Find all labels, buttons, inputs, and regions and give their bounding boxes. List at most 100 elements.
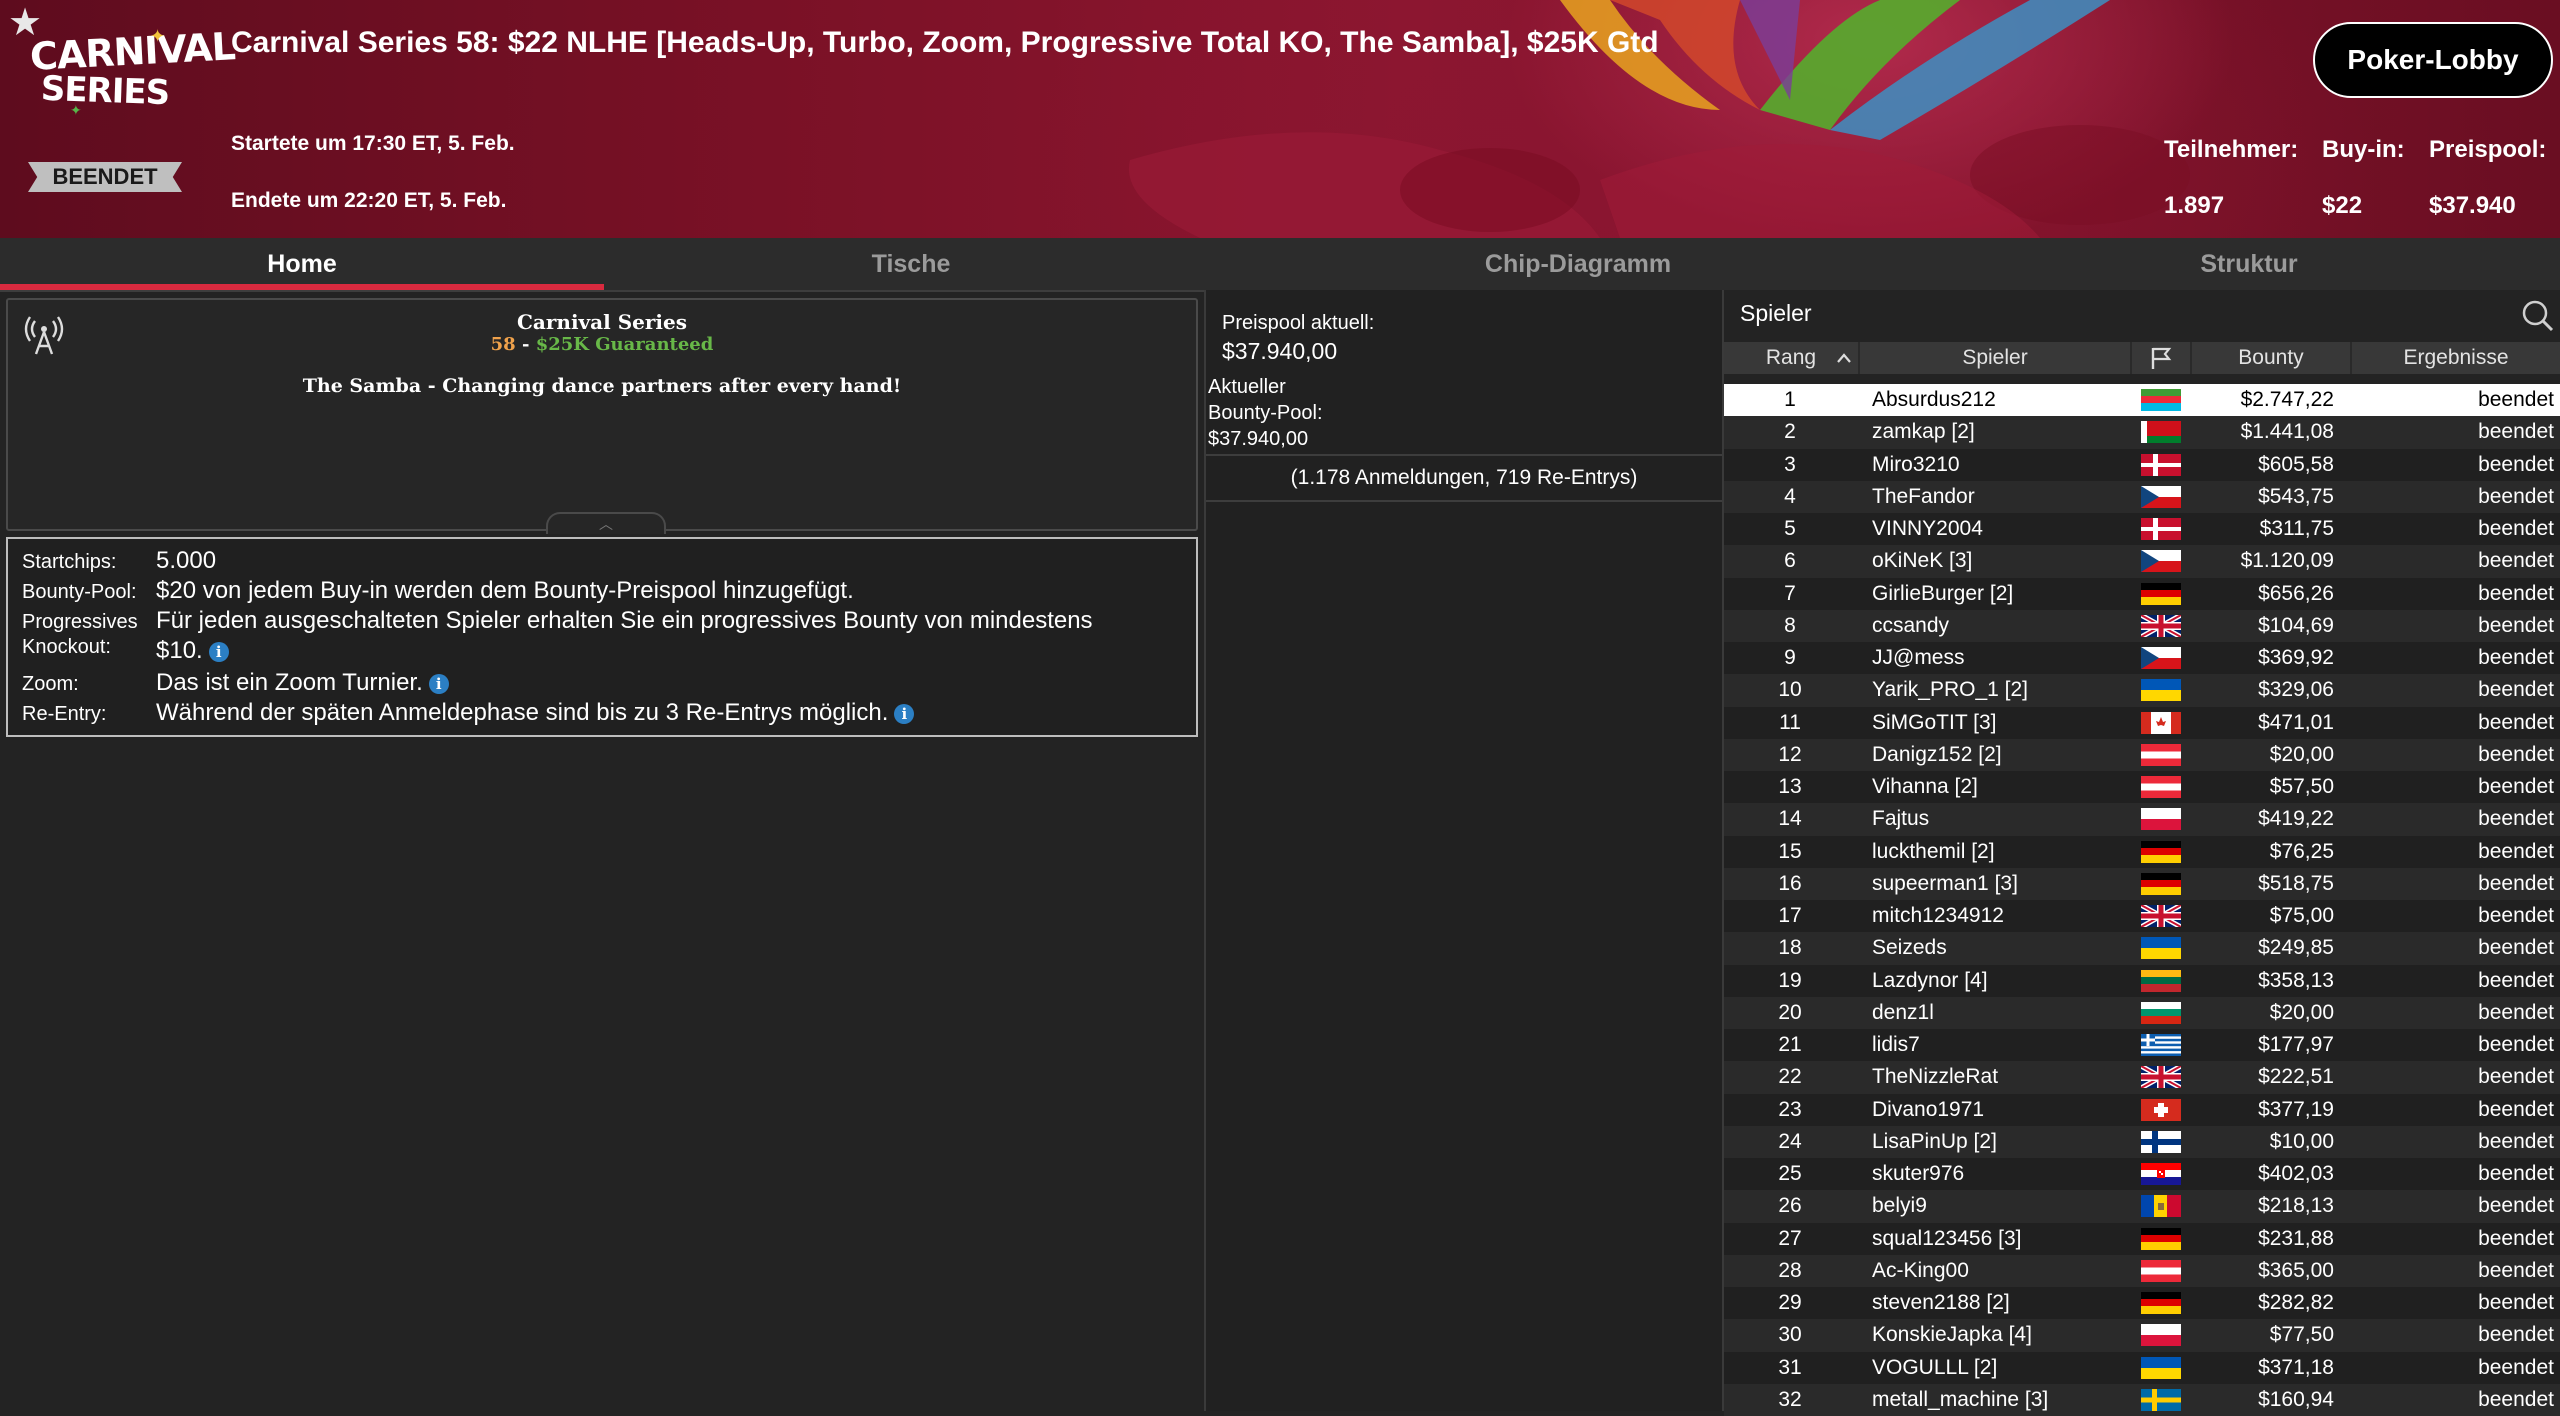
player-name: GirlieBurger [2] bbox=[1872, 581, 2014, 605]
player-row[interactable]: 11 SiMGoTIT [3] $471,01 beendet bbox=[1724, 706, 2560, 739]
player-row[interactable]: 4 TheFandor $543,75 beendet bbox=[1724, 480, 2560, 513]
column-header-bounty[interactable]: Bounty bbox=[2192, 342, 2352, 374]
player-row[interactable]: 2 zamkap [2] $1.441,08 beendet bbox=[1724, 416, 2560, 449]
player-result: beendet bbox=[2478, 871, 2554, 895]
player-rank: 25 bbox=[1778, 1162, 1802, 1185]
player-row[interactable]: 24 LisaPinUp [2] $10,00 beendet bbox=[1724, 1125, 2560, 1158]
promo-guarantee: $25K Guaranteed bbox=[535, 334, 714, 355]
player-rank: 3 bbox=[1784, 452, 1796, 476]
player-row[interactable]: 31 VOGULLL [2] $371,18 beendet bbox=[1724, 1351, 2560, 1384]
player-row[interactable]: 19 Lazdynor [4] $358,13 beendet bbox=[1724, 964, 2560, 997]
player-row[interactable]: 27 squal123456 [3] $231,88 beendet bbox=[1724, 1222, 2560, 1255]
player-row[interactable]: 26 belyi9 $218,13 beendet bbox=[1724, 1190, 2560, 1223]
status-badge: BEENDET bbox=[28, 162, 182, 192]
player-row[interactable]: 32 metall_machine [3] $160,94 beendet bbox=[1724, 1383, 2560, 1416]
collapse-promo-button[interactable]: ︿ bbox=[546, 512, 666, 534]
player-rank: 18 bbox=[1778, 936, 1802, 960]
player-row[interactable]: 7 GirlieBurger [2] $656,26 beendet bbox=[1724, 577, 2560, 610]
player-name: VINNY2004 bbox=[1872, 517, 1983, 540]
player-row[interactable]: 17 mitch1234912 $75,00 beendet bbox=[1724, 900, 2560, 933]
country-flag-icon bbox=[2141, 1356, 2181, 1379]
player-row[interactable]: 15 luckthemil [2] $76,25 beendet bbox=[1724, 835, 2560, 868]
player-result: beendet bbox=[2478, 388, 2554, 411]
player-row[interactable]: 30 KonskieJapka [4] $77,50 beendet bbox=[1724, 1319, 2560, 1352]
player-rank: 17 bbox=[1778, 904, 1802, 927]
logo-text-line2: SERIES bbox=[40, 68, 170, 114]
player-name: TheFandor bbox=[1872, 484, 1975, 508]
player-row[interactable]: 1 Absurdus212 $2.747,22 beendet bbox=[1724, 384, 2560, 417]
bounty-pool-value: $37.940,00 bbox=[1208, 428, 1309, 450]
player-bounty: $20,00 bbox=[2269, 742, 2334, 766]
player-row[interactable]: 20 denz1l $20,00 beendet bbox=[1724, 996, 2560, 1029]
prize-pool-current-value: $37.940,00 bbox=[1222, 338, 1338, 364]
country-flag-icon bbox=[2141, 905, 2181, 927]
promo-event-number: 58 bbox=[490, 334, 516, 355]
tab-home[interactable]: Home bbox=[0, 238, 604, 290]
tournament-info-panel: Startchips: 5.000 Bounty-Pool: $20 von j… bbox=[6, 537, 1198, 737]
player-bounty: $231,88 bbox=[2258, 1226, 2334, 1250]
sort-ascending-icon[interactable] bbox=[1836, 352, 1852, 364]
player-result: beendet bbox=[2478, 1065, 2554, 1089]
player-row[interactable]: 14 Fajtus $419,22 beendet bbox=[1724, 803, 2560, 836]
player-bounty: $10,00 bbox=[2269, 1129, 2334, 1153]
player-bounty: $282,82 bbox=[2258, 1291, 2334, 1314]
info-icon[interactable]: i bbox=[894, 703, 915, 724]
player-row[interactable]: 22 TheNizzleRat $222,51 beendet bbox=[1724, 1061, 2560, 1094]
tab-tables[interactable]: Tische bbox=[604, 238, 1218, 290]
player-row[interactable]: 6 oKiNeK [3] $1.120,09 beendet bbox=[1724, 545, 2560, 578]
column-header-result[interactable]: Ergebnisse bbox=[2352, 342, 2560, 374]
player-name: oKiNeK [3] bbox=[1872, 549, 1973, 573]
chevron-up-icon: ︿ bbox=[599, 516, 613, 532]
player-name: steven2188 [2] bbox=[1872, 1291, 2010, 1314]
player-row[interactable]: 28 Ac-King00 $365,00 beendet bbox=[1724, 1254, 2560, 1287]
country-flag-icon bbox=[2141, 840, 2181, 863]
player-bounty: $104,69 bbox=[2258, 613, 2334, 637]
tournament-title: Carnival Series 58: $22 NLHE [Heads-Up, … bbox=[231, 26, 1659, 59]
info-icon[interactable]: i bbox=[208, 641, 229, 662]
player-result: beendet bbox=[2478, 968, 2554, 992]
player-row[interactable]: 10 Yarik_PRO_1 [2] $329,06 beendet bbox=[1724, 674, 2560, 707]
player-name: VOGULLL [2] bbox=[1872, 1355, 1998, 1379]
player-row[interactable]: 23 Divano1971 $377,19 beendet bbox=[1724, 1093, 2560, 1126]
tab-chip-chart[interactable]: Chip-Diagramm bbox=[1218, 238, 1938, 290]
player-row[interactable]: 5 VINNY2004 $311,75 beendet bbox=[1724, 513, 2560, 546]
promo-tagline: The Samba - Changing dance partners afte… bbox=[302, 375, 902, 397]
pko-value-amount: $10. bbox=[156, 637, 203, 664]
column-header-player[interactable]: Spieler bbox=[1860, 342, 2132, 374]
player-result: beendet bbox=[2478, 1355, 2554, 1379]
player-row[interactable]: 3 Miro3210 $605,58 beendet bbox=[1724, 448, 2560, 481]
player-row[interactable]: 16 supeerman1 [3] $518,75 beendet bbox=[1724, 867, 2560, 900]
player-rank: 27 bbox=[1778, 1226, 1802, 1250]
player-name: Miro3210 bbox=[1872, 452, 1960, 476]
player-bounty: $76,25 bbox=[2269, 839, 2334, 863]
player-row[interactable]: 8 ccsandy $104,69 beendet bbox=[1724, 609, 2560, 642]
player-rank: 2 bbox=[1784, 420, 1796, 444]
info-icon[interactable]: i bbox=[428, 673, 449, 694]
poker-lobby-button[interactable]: Poker-Lobby bbox=[2313, 22, 2553, 98]
reentry-value: Während der späten Anmeldephase sind bis… bbox=[156, 699, 915, 727]
player-name: Fajtus bbox=[1872, 807, 1930, 831]
player-name: Lazdynor [4] bbox=[1872, 968, 1988, 992]
player-row[interactable]: 29 steven2188 [2] $282,82 beendet bbox=[1724, 1287, 2560, 1320]
player-row[interactable]: 12 Danigz152 [2] $20,00 beendet bbox=[1724, 738, 2560, 771]
player-rank: 5 bbox=[1784, 517, 1796, 540]
player-rank: 6 bbox=[1784, 549, 1796, 573]
pko-value-line1: Für jeden ausgeschalteten Spieler erhalt… bbox=[156, 607, 1093, 634]
player-row[interactable]: 21 lidis7 $177,97 beendet bbox=[1724, 1029, 2560, 1062]
zoom-value: Das ist ein Zoom Turnier. i bbox=[156, 669, 449, 697]
search-icon[interactable] bbox=[2520, 298, 2554, 332]
column-header-country[interactable] bbox=[2132, 342, 2192, 374]
player-name: LisaPinUp [2] bbox=[1872, 1129, 1997, 1153]
carnival-series-logo: CARNIVAL SERIES ✦ ✦ bbox=[29, 24, 236, 129]
player-row[interactable]: 18 Seizeds $249,85 beendet bbox=[1724, 932, 2560, 965]
player-result: beendet bbox=[2478, 1129, 2554, 1153]
player-name: Seizeds bbox=[1872, 936, 1947, 960]
reentry-label: Re-Entry: bbox=[22, 703, 107, 725]
player-row[interactable]: 25 skuter976 $402,03 beendet bbox=[1724, 1158, 2560, 1191]
tab-structure[interactable]: Struktur bbox=[1938, 238, 2560, 290]
player-row[interactable]: 13 Vihanna [2] $57,50 beendet bbox=[1724, 771, 2560, 804]
country-flag-icon bbox=[2141, 711, 2181, 734]
players-panel: Spieler Rang Spieler Bounty Ergebnisse 1… bbox=[1724, 290, 2560, 1416]
player-row[interactable]: 9 JJ@mess $369,92 beendet bbox=[1724, 642, 2560, 675]
player-rank: 19 bbox=[1778, 968, 1802, 992]
